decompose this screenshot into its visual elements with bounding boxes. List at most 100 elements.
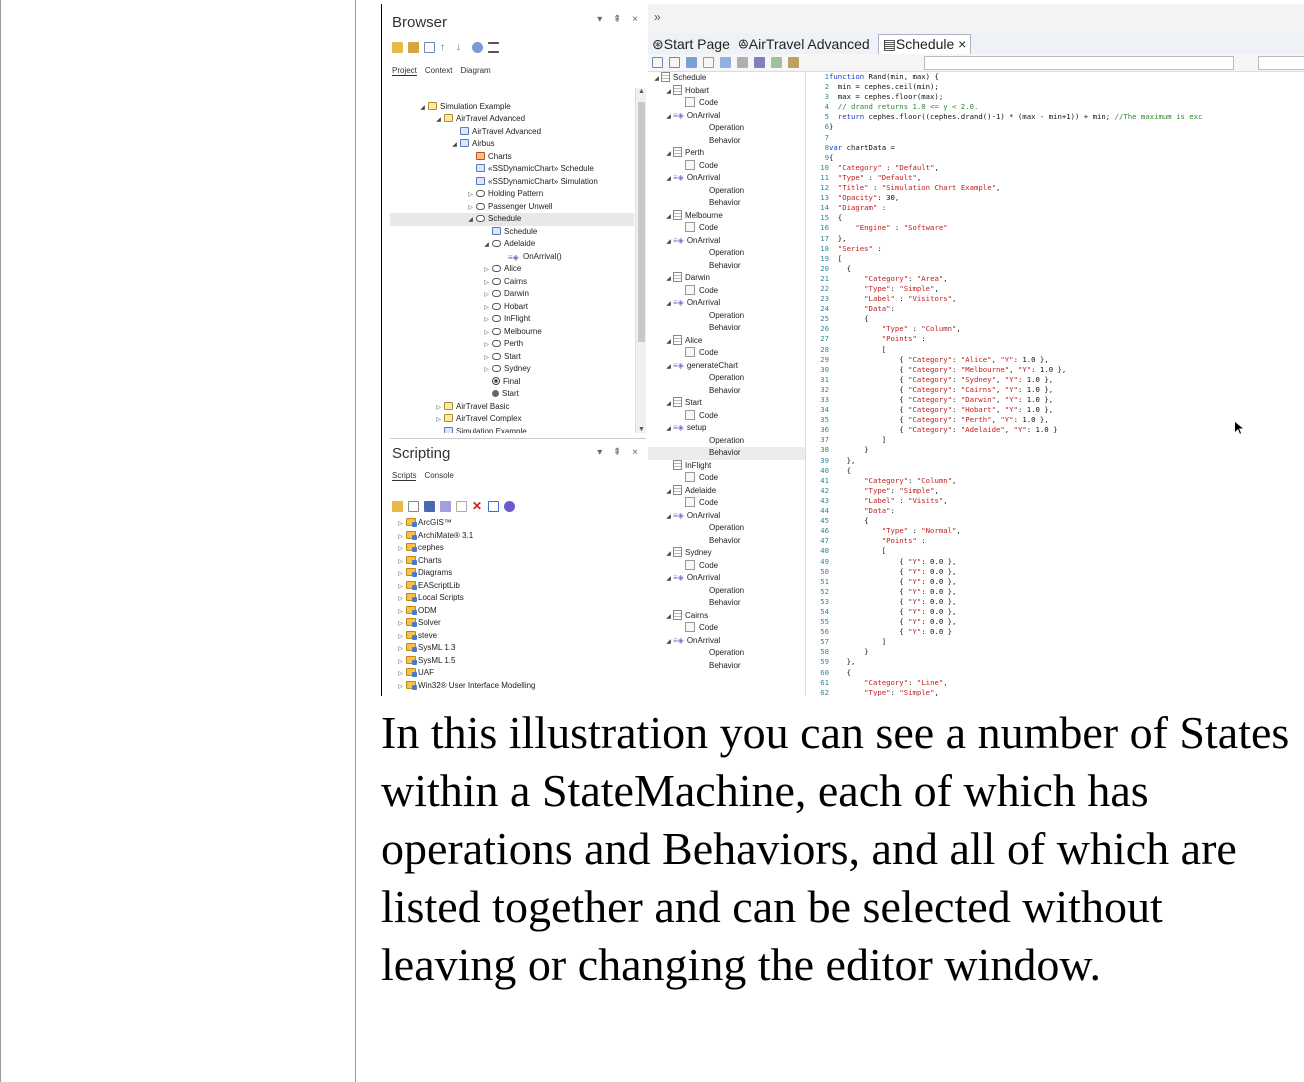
- outline-item[interactable]: ◢ Melbourne: [648, 209, 805, 223]
- outline-item[interactable]: Code: [648, 284, 805, 298]
- tree-item[interactable]: Start: [390, 388, 634, 401]
- code-line[interactable]: "Category": "Line",: [829, 678, 1304, 688]
- code-line[interactable]: { "Y": 0.0 },: [829, 597, 1304, 607]
- code-line[interactable]: "Label" : "Visitors",: [829, 294, 1304, 304]
- browser-panel-controls[interactable]: ▾ ⇞ ×: [597, 14, 642, 25]
- code-line[interactable]: ]: [829, 435, 1304, 445]
- outline-item[interactable]: Behavior: [648, 660, 805, 673]
- code-line[interactable]: { "Y": 0.0 }: [829, 627, 1304, 637]
- outline-item[interactable]: ◢ Schedule: [648, 72, 805, 85]
- tab-diagram[interactable]: Diagram: [460, 66, 490, 76]
- stop-icon[interactable]: [456, 500, 467, 512]
- goto-icon[interactable]: [771, 57, 782, 68]
- expander-icon[interactable]: ▷: [396, 593, 405, 606]
- expander-icon[interactable]: ◢: [664, 273, 673, 286]
- code-line[interactable]: {: [829, 213, 1304, 223]
- code-line[interactable]: "Opacity": 30,: [829, 193, 1304, 203]
- expander-icon[interactable]: ▷: [396, 668, 405, 681]
- tree-item[interactable]: Charts: [390, 151, 634, 164]
- code-line[interactable]: return cephes.floor((cephes.drand()-1) *…: [829, 112, 1304, 122]
- code-line[interactable]: }: [829, 122, 1304, 132]
- outline-item[interactable]: ◢ Hobart: [648, 84, 805, 99]
- new-diagram-icon[interactable]: [424, 41, 435, 53]
- tree-item[interactable]: ▷ Hobart: [390, 301, 634, 314]
- outline-item[interactable]: ◢ Alice: [648, 334, 805, 348]
- expander-icon[interactable]: ◢: [664, 86, 673, 99]
- outline-item[interactable]: Code: [648, 409, 805, 423]
- expander-icon[interactable]: ◢: [664, 236, 673, 249]
- tree-item[interactable]: «SSDynamicChart» Simulation: [390, 176, 634, 189]
- code-line[interactable]: "Points" :: [829, 536, 1304, 546]
- bookmark-icon[interactable]: [788, 57, 799, 68]
- outline-item[interactable]: Code: [648, 472, 805, 485]
- outline-item[interactable]: ◢ ≡◈ OnArrival: [648, 235, 805, 248]
- tree-item[interactable]: ▷ Sydney: [390, 363, 634, 376]
- browser-scrollbar[interactable]: ▲ ▼: [635, 88, 646, 433]
- tree-item[interactable]: ▷ Start: [390, 351, 634, 364]
- outline-item[interactable]: ◢ Cairns: [648, 609, 805, 624]
- outline-item[interactable]: Code: [648, 347, 805, 360]
- code-line[interactable]: "Points" :: [829, 334, 1304, 344]
- script-group-item[interactable]: ▷ cephes: [396, 542, 536, 555]
- editor-tab[interactable]: ▤Schedule ×: [877, 34, 972, 54]
- code-line[interactable]: {: [829, 314, 1304, 324]
- expander-icon[interactable]: ◢: [664, 173, 673, 186]
- tree-item[interactable]: ◢ AirTravel Advanced: [390, 113, 634, 126]
- outline-item[interactable]: ◢ ≡◈ OnArrival: [648, 172, 805, 185]
- code-line[interactable]: "Type" : "Default",: [829, 173, 1304, 183]
- tree-item[interactable]: [390, 88, 634, 101]
- code-line[interactable]: { "Y": 0.0 },: [829, 567, 1304, 577]
- expander-icon[interactable]: ▷: [396, 568, 405, 581]
- tree-item[interactable]: ◢ Simulation Example: [390, 101, 634, 114]
- code-line[interactable]: { "Category": "Alice", "Y": 1.0 },: [829, 355, 1304, 365]
- expander-icon[interactable]: ◢: [652, 73, 661, 86]
- scroll-down-icon[interactable]: ▼: [636, 426, 647, 433]
- tree-item[interactable]: ◢ Adelaide: [390, 238, 634, 251]
- tree-item[interactable]: ▷ Alice: [390, 263, 634, 276]
- expander-icon[interactable]: ▷: [396, 618, 405, 631]
- expander-icon[interactable]: ◢: [664, 636, 673, 649]
- expander-icon[interactable]: ◢: [664, 611, 673, 624]
- delete-icon[interactable]: ✕: [472, 500, 483, 512]
- find-icon[interactable]: [737, 57, 748, 68]
- script-group-item[interactable]: ▷ EAScriptLib: [396, 580, 536, 593]
- code-line[interactable]: { "Y": 0.0 },: [829, 587, 1304, 597]
- code-line[interactable]: {: [829, 668, 1304, 678]
- tab-console[interactable]: Console: [424, 471, 453, 481]
- code-line[interactable]: ]: [829, 637, 1304, 647]
- run-icon[interactable]: [440, 500, 451, 512]
- editor-search-input[interactable]: [924, 56, 1234, 70]
- move-down-icon[interactable]: ↓: [456, 42, 467, 53]
- script-group-item[interactable]: ▷ ArchiMate® 3.1: [396, 530, 536, 543]
- outline-item[interactable]: Operation: [648, 310, 805, 323]
- code-line[interactable]: {: [829, 466, 1304, 476]
- outline-item[interactable]: Operation: [648, 185, 805, 198]
- new-package-icon[interactable]: [392, 41, 403, 53]
- scroll-up-icon[interactable]: ▲: [636, 88, 647, 95]
- tree-item[interactable]: ▷ Passenger Unwell: [390, 201, 634, 214]
- code-line[interactable]: { "Y": 0.0 },: [829, 607, 1304, 617]
- outline-item[interactable]: Behavior: [648, 535, 805, 548]
- new-folder-icon[interactable]: [408, 41, 419, 53]
- outline-item[interactable]: ◢ ≡◈ OnArrival: [648, 510, 805, 523]
- outline-item[interactable]: Operation: [648, 122, 805, 135]
- outline-item[interactable]: Code: [648, 159, 805, 173]
- script-group-item[interactable]: ▷ SysML 1.5: [396, 655, 536, 668]
- tree-item[interactable]: ≡◈ OnArrival(): [390, 251, 634, 264]
- outline-item[interactable]: Operation: [648, 372, 805, 385]
- document-icon[interactable]: [703, 57, 714, 68]
- script-group-item[interactable]: ▷ steve: [396, 630, 536, 643]
- code-line[interactable]: {: [829, 264, 1304, 274]
- script-group-item[interactable]: ▷ Win32® User Interface Modelling: [396, 680, 536, 693]
- outline-item[interactable]: ◢ Start: [648, 397, 805, 410]
- expander-icon[interactable]: ◢: [664, 486, 673, 499]
- code-line[interactable]: { "Category": "Perth", "Y": 1.0 },: [829, 415, 1304, 425]
- code-line[interactable]: { "Category": "Darwin", "Y": 1.0 },: [829, 395, 1304, 405]
- expander-icon[interactable]: ◢: [664, 111, 673, 124]
- code-line[interactable]: "Label" : "Visits",: [829, 496, 1304, 506]
- code-line[interactable]: function Rand(min, max) {: [829, 72, 1304, 82]
- expander-icon[interactable]: ◢: [664, 298, 673, 311]
- outline-item[interactable]: ◢ ≡◈ setup: [648, 422, 805, 435]
- new-group-icon[interactable]: [392, 500, 403, 512]
- tree-item[interactable]: ◢ Airbus: [390, 138, 634, 151]
